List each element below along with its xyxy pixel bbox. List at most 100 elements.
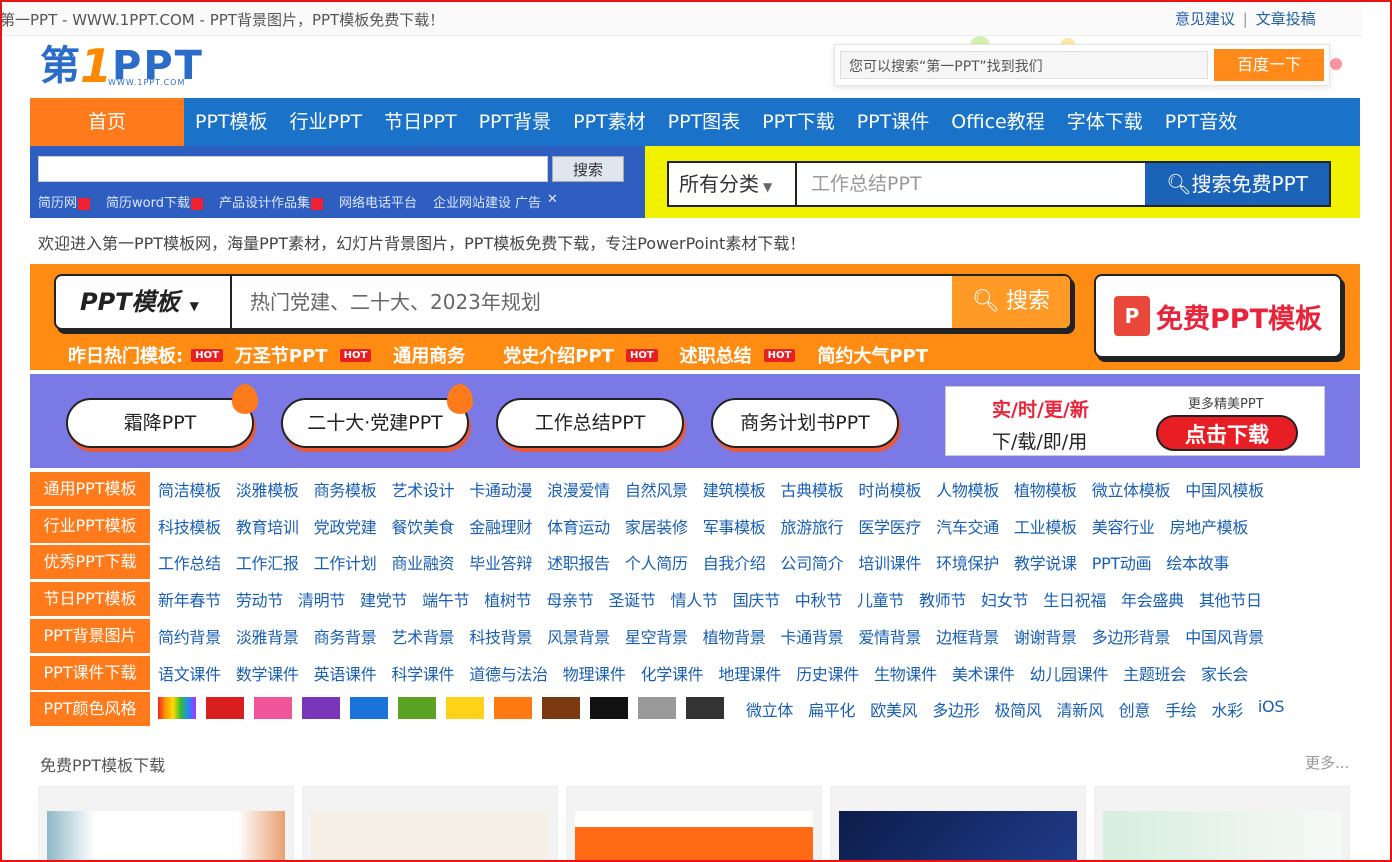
category-label[interactable]: PPT课件下载 [30,655,150,690]
category-link[interactable]: 清明节 [298,587,345,611]
hot-template-link[interactable]: 简约大气PPT [817,342,928,368]
category-link[interactable]: 地理课件 [718,661,781,685]
category-link[interactable]: 科技背景 [469,624,532,648]
category-link[interactable]: 极简风 [994,697,1041,721]
category-link[interactable]: 幼儿园课件 [1030,661,1109,685]
category-link[interactable]: 扁平化 [808,697,855,721]
color-swatch[interactable] [206,697,244,720]
nav-item[interactable]: PPT图表 [657,98,752,146]
category-link[interactable]: 党政党建 [314,514,377,538]
category-link[interactable]: 淡雅背景 [236,624,299,648]
header-search-input[interactable]: 您可以搜索“第一PPT”找到我们 [840,51,1208,79]
category-link[interactable]: 培训课件 [858,550,921,574]
category-link[interactable]: 个人简历 [625,550,688,574]
category-link[interactable]: 家居装修 [625,514,688,538]
category-link[interactable]: 自我介绍 [703,550,766,574]
category-link[interactable]: 手绘 [1165,697,1197,721]
category-label[interactable]: 优秀PPT下载 [30,545,150,580]
category-link[interactable]: 医学医疗 [858,514,921,538]
pill-button[interactable]: 商务计划书PPT [711,398,899,448]
category-link[interactable]: 建筑模板 [703,477,766,501]
category-link[interactable]: 艺术设计 [391,477,454,501]
ad-link[interactable]: 产品设计作品集 [219,192,323,211]
template-thumbnail[interactable] [302,786,558,862]
category-link[interactable]: 简约背景 [158,624,221,648]
category-link[interactable]: 商务背景 [314,624,377,648]
nav-item[interactable]: Office教程 [940,98,1055,146]
ad-link[interactable]: 简历word下载 [106,192,203,211]
ad-link[interactable]: 网络电话平台 [339,192,417,211]
nav-item[interactable]: PPT背景 [468,98,563,146]
category-select[interactable]: 所有分类 ▼ [669,163,797,205]
ad-link[interactable]: 简历网 [38,192,91,211]
nav-item[interactable]: PPT模板 [184,98,279,146]
category-link[interactable]: 儿童节 [857,587,904,611]
category-link[interactable]: 物理课件 [563,661,626,685]
category-link[interactable]: 国庆节 [733,587,780,611]
category-link[interactable]: 年会盛典 [1121,587,1184,611]
category-link[interactable]: 谢谢背景 [1014,624,1077,648]
color-swatch[interactable] [350,697,388,720]
category-link[interactable]: 时尚模板 [858,477,921,501]
category-link[interactable]: 金融理财 [469,514,532,538]
nav-item[interactable]: 节日PPT [373,98,468,146]
category-link[interactable]: 工作总结 [158,550,221,574]
template-type-select[interactable]: PPT模板 ▼ [56,276,232,328]
color-swatch[interactable] [542,697,580,720]
category-link[interactable]: 淡雅模板 [236,477,299,501]
template-thumbnail[interactable] [830,786,1086,862]
category-link[interactable]: 科技模板 [158,514,221,538]
category-link[interactable]: 数学课件 [236,661,299,685]
category-link[interactable]: 古典模板 [781,477,844,501]
color-swatch[interactable] [686,697,724,720]
nav-item[interactable]: 字体下载 [1056,98,1154,146]
color-swatch[interactable] [302,697,340,720]
category-link[interactable]: 生日祝福 [1043,587,1106,611]
category-link[interactable]: 工作计划 [314,550,377,574]
category-link[interactable]: 劳动节 [236,587,283,611]
category-link[interactable]: 环境保护 [936,550,999,574]
category-link[interactable]: 商务模板 [314,477,377,501]
category-link[interactable]: 艺术背景 [391,624,454,648]
ad-search-button[interactable]: 搜索 [552,156,624,182]
category-link[interactable]: iOS [1258,697,1285,721]
category-link[interactable]: 多边形背景 [1092,624,1171,648]
category-link[interactable]: 教育培训 [236,514,299,538]
nav-item[interactable]: 行业PPT [279,98,374,146]
category-link[interactable]: 新年春节 [158,587,221,611]
nav-item[interactable]: PPT音效 [1154,98,1249,146]
color-swatch[interactable] [638,697,676,720]
template-thumbnail[interactable] [38,786,294,862]
category-link[interactable]: 体育运动 [547,514,610,538]
category-link[interactable]: 爱情背景 [858,624,921,648]
category-link[interactable]: 端午节 [422,587,469,611]
category-link[interactable]: 微立体 [746,697,793,721]
category-link[interactable]: 房地产模板 [1170,514,1249,538]
category-link[interactable]: 公司简介 [781,550,844,574]
hot-template-link[interactable]: 党史介绍PPT [503,342,614,368]
category-link[interactable]: 人物模板 [936,477,999,501]
category-link[interactable]: 植树节 [484,587,531,611]
category-link[interactable]: 英语课件 [314,661,377,685]
category-link[interactable]: 简洁模板 [158,477,221,501]
category-link[interactable]: 汽车交通 [936,514,999,538]
category-link[interactable]: 主题班会 [1123,661,1186,685]
category-link[interactable]: 工作汇报 [236,550,299,574]
category-label[interactable]: 通用PPT模板 [30,472,150,506]
hot-template-link[interactable]: 万圣节PPT [235,342,328,368]
category-link[interactable]: 美容行业 [1092,514,1155,538]
category-link[interactable]: 其他节日 [1199,587,1262,611]
category-link[interactable]: 建党节 [360,587,407,611]
color-swatch[interactable] [158,697,196,720]
category-link[interactable]: 中国风模板 [1185,477,1264,501]
category-link[interactable]: 植物背景 [703,624,766,648]
category-link[interactable]: 创意 [1119,697,1151,721]
click-download-button[interactable]: 点击下载 [1156,415,1298,451]
pill-button[interactable]: 二十大·党建PPT [281,384,473,448]
category-label[interactable]: 节日PPT模板 [30,582,150,617]
category-link[interactable]: 述职报告 [547,550,610,574]
template-search-input[interactable]: 热门党建、二十大、2023年规划 [232,276,952,328]
category-link[interactable]: 商业融资 [391,550,454,574]
category-link[interactable]: 水彩 [1211,697,1243,721]
template-thumbnail[interactable] [566,786,822,862]
